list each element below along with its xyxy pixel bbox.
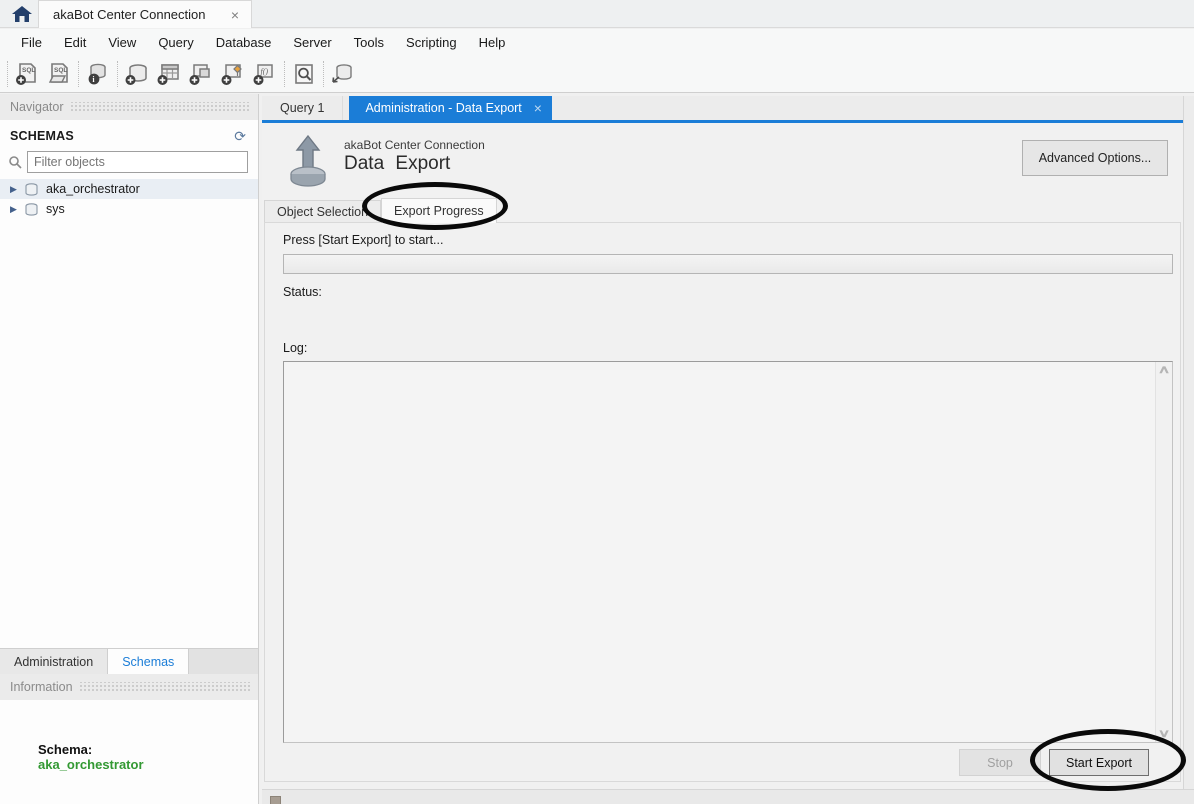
database-schema-icon <box>24 202 39 216</box>
inspector-icon[interactable]: i <box>82 59 114 89</box>
output-panel-partial <box>262 789 1194 804</box>
menu-item-server[interactable]: Server <box>282 35 342 50</box>
toolbar: SQL SQL i f() <box>0 55 1194 93</box>
create-schema-icon[interactable] <box>121 59 153 89</box>
navigator-title: Navigator <box>10 100 64 114</box>
connection-tab[interactable]: akaBot Center Connection × <box>38 0 252 28</box>
schema-tree-item-aka-orchestrator[interactable]: ▶ aka_orchestrator <box>0 179 258 199</box>
tab-administration-data-export[interactable]: Administration - Data Export × <box>349 96 552 120</box>
export-log-textarea[interactable]: ∧ ∨ <box>283 361 1173 743</box>
export-subtabs: Object Selection Export Progress <box>264 198 497 223</box>
information-header: Information <box>0 674 258 700</box>
toolbar-separator <box>7 60 8 87</box>
schemas-header-label: SCHEMAS <box>10 129 74 143</box>
toolbar-separator <box>117 60 118 87</box>
right-panel-strip <box>1183 96 1194 804</box>
schema-label: Schema: <box>38 742 93 757</box>
progress-prompt-text: Press [Start Export] to start... <box>283 233 444 247</box>
toolbar-separator <box>284 60 285 87</box>
database-schema-icon <box>24 182 39 196</box>
menu-item-view[interactable]: View <box>97 35 147 50</box>
data-export-icon <box>285 134 331 188</box>
tab-object-selection[interactable]: Object Selection <box>264 200 382 223</box>
search-icon <box>8 155 23 170</box>
output-panel-icon <box>270 796 281 804</box>
tab-schemas[interactable]: Schemas <box>108 649 190 674</box>
menu-item-scripting[interactable]: Scripting <box>395 35 468 50</box>
tab-export-progress[interactable]: Export Progress <box>381 198 497 223</box>
schema-tree-item-sys[interactable]: ▶ sys <box>0 199 258 219</box>
open-sql-script-icon[interactable]: SQL <box>43 59 75 89</box>
start-export-button[interactable]: Start Export <box>1049 749 1149 776</box>
information-panel: Schema: aka_orchestrator <box>0 700 258 804</box>
menu-item-help[interactable]: Help <box>468 35 517 50</box>
page-title: Data Export <box>344 153 451 174</box>
refresh-schemas-icon[interactable]: ⟳ <box>234 129 246 143</box>
tab-query-1-label: Query 1 <box>280 101 325 115</box>
scroll-up-icon[interactable]: ∧ <box>1158 365 1171 376</box>
create-function-icon[interactable]: f() <box>249 59 281 89</box>
svg-text:SQL: SQL <box>22 67 35 74</box>
navigator-header: Navigator <box>0 94 258 120</box>
sidebar-bottom-tabs: Administration Schemas <box>0 648 258 674</box>
tab-administration[interactable]: Administration <box>0 649 109 674</box>
schema-name-value: aka_orchestrator <box>38 757 144 772</box>
menu-item-file[interactable]: File <box>10 35 53 50</box>
tab-close-icon[interactable]: × <box>534 100 542 116</box>
tab-schemas-label: Schemas <box>122 654 175 669</box>
reconnect-database-icon[interactable] <box>327 59 359 89</box>
menu-item-tools[interactable]: Tools <box>343 35 395 50</box>
information-header-pattern <box>78 682 250 692</box>
expand-arrow-icon[interactable]: ▶ <box>10 184 24 195</box>
connection-tab-label: akaBot Center Connection <box>53 7 206 22</box>
filter-objects-input[interactable] <box>27 151 248 173</box>
create-procedure-icon[interactable] <box>217 59 249 89</box>
schemas-panel: SCHEMAS ⟳ ▶ aka_orchestrator ▶ <box>0 120 258 648</box>
advanced-options-button[interactable]: Advanced Options... <box>1022 140 1168 176</box>
connection-tab-close-icon[interactable]: × <box>227 7 243 23</box>
stop-button[interactable]: Stop <box>959 749 1041 776</box>
menu-bar: File Edit View Query Database Server Too… <box>0 29 1194 55</box>
export-progress-pane: Press [Start Export] to start... Status:… <box>264 222 1181 782</box>
tab-administration-label: Administration <box>14 654 94 669</box>
document-tab-bar: Query 1 Administration - Data Export × <box>262 96 1183 120</box>
schema-tree-label: aka_orchestrator <box>46 182 140 196</box>
create-table-icon[interactable] <box>153 59 185 89</box>
search-table-data-icon[interactable] <box>288 59 320 89</box>
status-label: Status: <box>283 285 322 299</box>
information-title: Information <box>10 680 73 694</box>
log-label: Log: <box>283 341 308 355</box>
export-connection-name: akaBot Center Connection <box>344 138 485 152</box>
title-tab-bar: akaBot Center Connection × <box>0 0 1194 28</box>
data-export-panel: akaBot Center Connection Data Export Adv… <box>262 123 1183 782</box>
menu-item-query[interactable]: Query <box>147 35 204 50</box>
navigator-header-pattern <box>69 102 250 112</box>
svg-text:SQL: SQL <box>54 67 67 74</box>
home-icon <box>11 5 33 23</box>
menu-item-edit[interactable]: Edit <box>53 35 97 50</box>
expand-arrow-icon[interactable]: ▶ <box>10 204 24 215</box>
toolbar-separator <box>78 60 79 87</box>
tab-administration-data-export-label: Administration - Data Export <box>365 101 522 115</box>
create-view-icon[interactable] <box>185 59 217 89</box>
menu-item-database[interactable]: Database <box>205 35 283 50</box>
tab-export-progress-label: Export Progress <box>394 204 484 218</box>
toolbar-separator <box>323 60 324 87</box>
schema-tree-label: sys <box>46 202 65 216</box>
navigator-sidebar: Navigator SCHEMAS ⟳ ▶ aka_orchestrator <box>0 94 259 804</box>
log-scrollbar[interactable]: ∧ ∨ <box>1155 362 1172 742</box>
home-tab-button[interactable] <box>6 2 38 26</box>
scroll-down-icon[interactable]: ∨ <box>1158 729 1171 740</box>
export-progress-bar <box>283 254 1173 274</box>
mysql-workbench-window: akaBot Center Connection × File Edit Vie… <box>0 0 1194 804</box>
new-sql-tab-icon[interactable]: SQL <box>11 59 43 89</box>
tab-query-1[interactable]: Query 1 <box>262 96 344 120</box>
tab-object-selection-label: Object Selection <box>277 205 369 219</box>
svg-text:f(): f() <box>261 67 269 76</box>
